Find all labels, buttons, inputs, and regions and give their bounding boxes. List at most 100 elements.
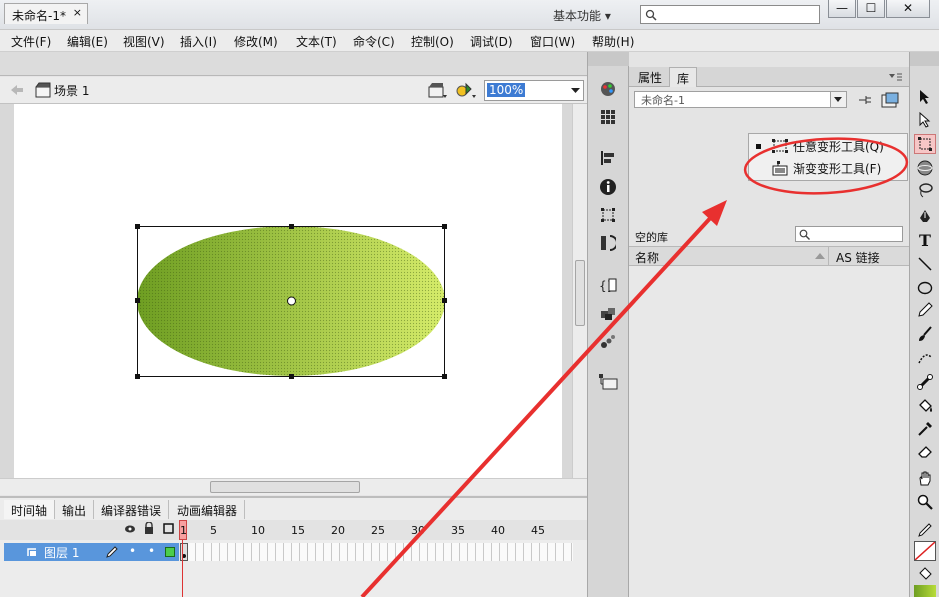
library-tab-bar: 属性 库 (629, 67, 909, 87)
menu-debug[interactable]: 调试(D) (470, 33, 513, 50)
lock-dot[interactable]: • (148, 544, 155, 558)
hand-tool[interactable] (914, 468, 936, 488)
align-icon[interactable] (596, 147, 620, 169)
selection-tool[interactable] (914, 87, 936, 107)
tab-close-button[interactable]: × (73, 6, 82, 19)
swatches-icon[interactable] (596, 106, 620, 128)
3d-rotation-tool[interactable] (914, 158, 936, 178)
zoom-combo[interactable]: 100% (484, 80, 584, 101)
bone-tool[interactable] (914, 372, 936, 392)
tab-compiler-errors[interactable]: 编译器错误 (94, 500, 170, 519)
pencil-tool[interactable] (914, 300, 936, 320)
document-tab[interactable]: 未命名-1* × (4, 3, 88, 24)
frame-number: 35 (451, 524, 465, 537)
tab-output[interactable]: 输出 (55, 500, 95, 519)
menu-control[interactable]: 控制(O) (411, 33, 454, 50)
search-icon (645, 9, 657, 21)
library-search-input[interactable] (795, 226, 903, 242)
menu-insert[interactable]: 插入(I) (180, 33, 217, 50)
close-button[interactable]: ✕ (886, 0, 930, 18)
stroke-color-swatch[interactable] (914, 541, 936, 561)
menu-commands[interactable]: 命令(C) (353, 33, 395, 50)
transform-tool-flyout: 任意变形工具(Q) 渐变变形工具(F) (748, 133, 908, 181)
visibility-dot[interactable]: • (129, 544, 136, 558)
layer-row[interactable]: 图层 1 • • (4, 543, 179, 561)
fill-color-tool[interactable] (914, 564, 936, 584)
color-icon[interactable] (596, 78, 620, 100)
chevron-down-icon[interactable] (834, 97, 842, 103)
menu-help[interactable]: 帮助(H) (592, 33, 634, 50)
tab-properties[interactable]: 属性 (631, 67, 669, 87)
eyedropper-tool[interactable] (914, 419, 936, 439)
stage-horizontal-scrollbar[interactable] (0, 478, 587, 495)
tab-timeline[interactable]: 时间轴 (4, 500, 56, 519)
transform-panel-icon[interactable] (596, 204, 620, 226)
help-search-input[interactable] (640, 5, 820, 24)
actions-icon[interactable]: {} (596, 274, 620, 296)
library-item-list[interactable] (629, 266, 909, 597)
menu-view[interactable]: 视图(V) (123, 33, 165, 50)
brush-tool[interactable] (914, 324, 936, 344)
oval-tool[interactable] (914, 278, 936, 298)
zoom-value[interactable]: 100% (487, 83, 526, 97)
panel-menu-icon[interactable] (887, 72, 903, 82)
frame-cells[interactable] (180, 543, 573, 561)
tab-library[interactable]: 库 (669, 67, 698, 87)
stroke-color-tool[interactable] (914, 520, 936, 540)
paint-bucket-icon (919, 399, 932, 412)
library-column-header: 名称 AS 链接 (629, 246, 909, 266)
chevron-down-icon[interactable] (571, 88, 580, 94)
layer-outline-color[interactable] (165, 547, 175, 557)
stage-vertical-scrollbar[interactable] (572, 104, 587, 478)
back-arrow-icon[interactable] (10, 84, 24, 96)
lasso-tool[interactable] (914, 180, 936, 200)
fill-color-swatch[interactable] (914, 585, 936, 597)
components-icon[interactable] (596, 302, 620, 324)
paint-bucket-tool[interactable] (914, 396, 936, 416)
menu-item-gradient-transform-label: 渐变变形工具(F) (793, 162, 882, 176)
column-as-linkage-header[interactable]: AS 链接 (836, 249, 880, 266)
menu-text[interactable]: 文本(T) (296, 33, 337, 50)
free-transform-tool[interactable] (914, 134, 936, 154)
project-icon[interactable] (596, 370, 620, 392)
subselection-tool[interactable] (914, 110, 936, 130)
menu-edit[interactable]: 编辑(E) (67, 33, 108, 50)
menu-file[interactable]: 文件(F) (11, 33, 51, 50)
menu-modify[interactable]: 修改(M) (234, 33, 278, 50)
sort-up-icon[interactable] (815, 253, 825, 260)
edit-scene-icon[interactable] (428, 81, 448, 99)
hscroll-thumb[interactable] (210, 481, 360, 493)
menu-item-gradient-transform[interactable]: 渐变变形工具(F) (749, 158, 907, 178)
menu-window[interactable]: 窗口(W) (530, 33, 575, 50)
vscroll-thumb[interactable] (575, 260, 585, 326)
eraser-icon (918, 446, 932, 458)
line-tool[interactable] (914, 254, 936, 274)
motion-presets-icon[interactable] (596, 330, 620, 352)
layer-name[interactable]: 图层 1 (44, 544, 79, 561)
menu-item-free-transform[interactable]: 任意变形工具(Q) (749, 136, 907, 156)
frame-number: 40 (491, 524, 505, 537)
eraser-tool[interactable] (914, 442, 936, 462)
frame-number: 5 (210, 524, 217, 537)
zoom-tool[interactable] (914, 492, 936, 512)
library-document-select[interactable]: 未命名-1 (634, 91, 847, 108)
minimize-button[interactable]: — (828, 0, 856, 18)
menu-item-free-transform-label: 任意变形工具(Q) (793, 140, 884, 154)
edit-symbols-icon[interactable] (455, 80, 477, 100)
maximize-button[interactable]: ☐ (857, 0, 885, 18)
column-name-header[interactable]: 名称 (635, 249, 659, 266)
scene-label: 场景 1 (54, 84, 90, 98)
pin-library-icon[interactable] (856, 92, 874, 108)
workspace-switcher[interactable]: 基本功能 ▾ (553, 7, 611, 24)
library-document-name: 未命名-1 (641, 94, 685, 107)
layer-visibility-icons[interactable] (124, 522, 176, 536)
selected-ellipse-shape[interactable] (130, 220, 452, 384)
deco-tool[interactable] (914, 347, 936, 367)
info-icon[interactable] (596, 176, 620, 198)
pen-tool[interactable] (914, 207, 936, 227)
history-icon[interactable] (596, 232, 620, 254)
selection-icon (920, 90, 929, 104)
new-library-panel-icon[interactable] (880, 91, 900, 109)
tab-motion-editor[interactable]: 动画编辑器 (170, 500, 246, 519)
text-tool[interactable]: T (914, 230, 936, 250)
